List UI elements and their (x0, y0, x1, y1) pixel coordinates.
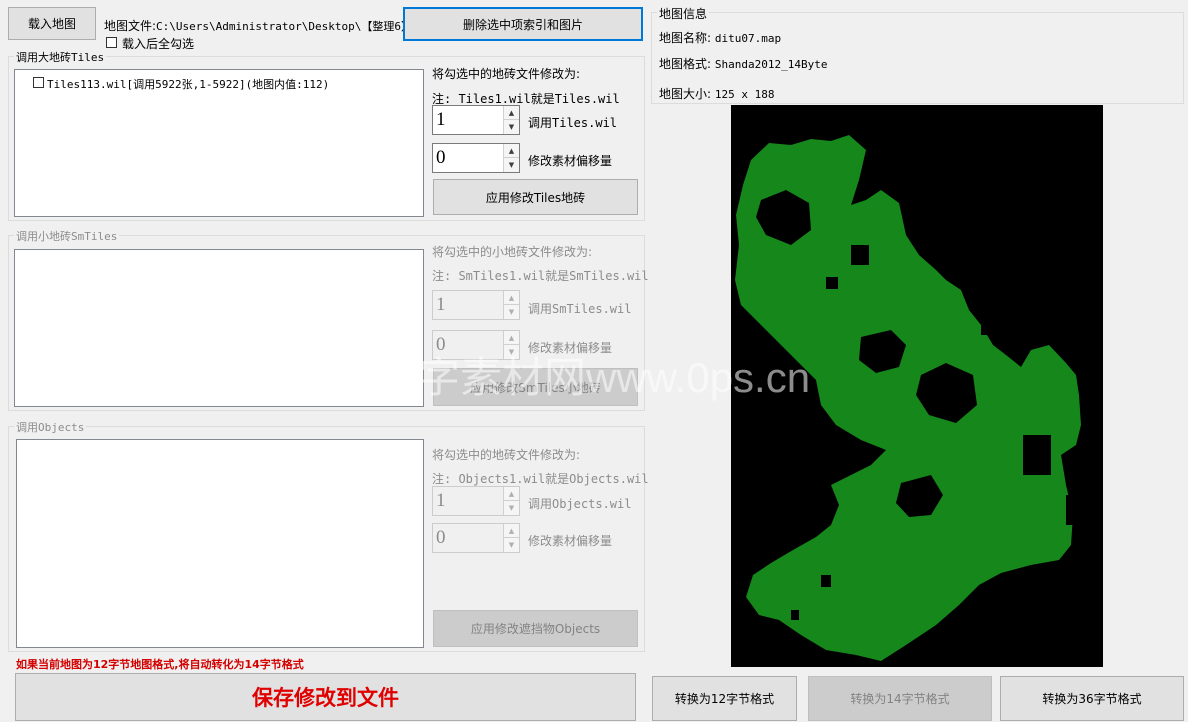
map-file-value: C:\Users\Administrator\Desktop\【整理6】: (156, 20, 419, 33)
spin-down-icon[interactable]: ▼ (504, 158, 519, 172)
spin-up-icon[interactable]: ▲ (504, 144, 519, 158)
smtiles-index-value: 1 (436, 294, 446, 315)
map-name-row: 地图名称: ditu07.map (659, 29, 781, 46)
spin-down-icon[interactable]: ▼ (504, 305, 519, 319)
spin-up-icon[interactable]: ▲ (504, 487, 519, 501)
load-map-button[interactable]: 载入地图 (8, 7, 96, 40)
save-to-file-button[interactable]: 保存修改到文件 (15, 673, 636, 721)
apply-tiles-button[interactable]: 应用修改Tiles地砖 (433, 179, 638, 215)
spin-up-icon[interactable]: ▲ (504, 291, 519, 305)
objects-index-label: 调用Objects.wil (528, 497, 632, 511)
delete-selected-button[interactable]: 删除选中项索引和图片 (403, 7, 643, 41)
spin-up-icon[interactable]: ▲ (504, 106, 519, 120)
map-file-label: 地图文件: (104, 19, 157, 33)
spin-down-icon[interactable]: ▼ (504, 120, 519, 134)
objects-offset-value: 0 (436, 527, 446, 548)
tiles-offset-value: 0 (436, 147, 446, 168)
spin-down-icon[interactable]: ▼ (504, 538, 519, 552)
apply-smtiles-button[interactable]: 应用修改SmTiles小地砖 (433, 368, 638, 406)
tiles-group-title: 调用大地砖Tiles (14, 49, 107, 65)
objects-offset-label: 修改素材偏移量 (528, 534, 613, 548)
map-format-value: Shanda2012_14Byte (714, 58, 828, 71)
map-name-label: 地图名称: (659, 31, 712, 45)
objects-index-spinner[interactable]: 1 ▲ ▼ (432, 486, 520, 516)
select-all-after-load-checkbox[interactable] (106, 37, 117, 48)
objects-list[interactable] (16, 439, 424, 648)
map-size-value: 125 x 188 (714, 88, 775, 101)
map-size-label: 地图大小: (659, 87, 712, 101)
smtiles-index-spinner[interactable]: 1 ▲ ▼ (432, 290, 520, 320)
smtiles-offset-spinner[interactable]: 0 ▲ ▼ (432, 330, 520, 360)
select-all-after-load-label: 载入后全勾选 (122, 37, 195, 51)
spin-down-icon[interactable]: ▼ (504, 345, 519, 359)
spin-down-icon[interactable]: ▼ (504, 501, 519, 515)
map-format-row: 地图格式: Shanda2012_14Byte (659, 55, 827, 72)
tiles-list[interactable]: Tiles113.wil[调用5922张,1-5922](地图内值:112) (14, 69, 424, 217)
map-file-path: 地图文件:C:\Users\Administrator\Desktop\【整理6… (104, 17, 419, 34)
smtiles-offset-value: 0 (436, 334, 446, 355)
tiles-index-spinner[interactable]: 1 ▲ ▼ (432, 105, 520, 135)
apply-objects-button[interactable]: 应用修改遮挡物Objects (433, 610, 638, 647)
smtiles-modify-label: 将勾选中的小地砖文件修改为: (432, 245, 593, 259)
smtiles-note: 注: SmTiles1.wil就是SmTiles.wil (432, 269, 649, 283)
objects-modify-label: 将勾选中的地砖文件修改为: (432, 448, 581, 462)
objects-note: 注: Objects1.wil就是Objects.wil (432, 472, 649, 486)
map-info-title: 地图信息 (657, 5, 710, 22)
convert-12-byte-button[interactable]: 转换为12字节格式 (652, 676, 797, 721)
tiles-offset-label: 修改素材偏移量 (528, 154, 613, 168)
convert-36-byte-button[interactable]: 转换为36字节格式 (1000, 676, 1184, 721)
smtiles-offset-label: 修改素材偏移量 (528, 341, 613, 355)
map-preview[interactable] (731, 105, 1103, 667)
map-name-value: ditu07.map (714, 32, 782, 45)
objects-index-value: 1 (436, 490, 446, 511)
tiles-offset-spinner[interactable]: 0 ▲ ▼ (432, 143, 520, 173)
tiles-modify-label: 将勾选中的地砖文件修改为: (432, 67, 581, 81)
convert-14-byte-button[interactable]: 转换为14字节格式 (808, 676, 992, 721)
objects-group-title: 调用Objects (14, 419, 87, 435)
map-format-label: 地图格式: (659, 57, 712, 71)
spin-up-icon[interactable]: ▲ (504, 524, 519, 538)
smtiles-index-label: 调用SmTiles.wil (528, 302, 632, 316)
objects-offset-spinner[interactable]: 0 ▲ ▼ (432, 523, 520, 553)
map-size-row: 地图大小: 125 x 188 (659, 85, 774, 102)
format-warning: 如果当前地图为12字节地图格式,将自动转化为14字节格式 (16, 658, 304, 671)
tiles-list-item[interactable]: Tiles113.wil[调用5922张,1-5922](地图内值:112) (47, 76, 329, 92)
smtiles-group-title: 调用小地砖SmTiles (14, 228, 120, 244)
tiles-index-label: 调用Tiles.wil (528, 116, 618, 130)
smtiles-list[interactable] (14, 249, 424, 407)
spin-up-icon[interactable]: ▲ (504, 331, 519, 345)
tiles-index-value: 1 (436, 109, 446, 130)
tiles-item-checkbox[interactable] (33, 77, 44, 88)
